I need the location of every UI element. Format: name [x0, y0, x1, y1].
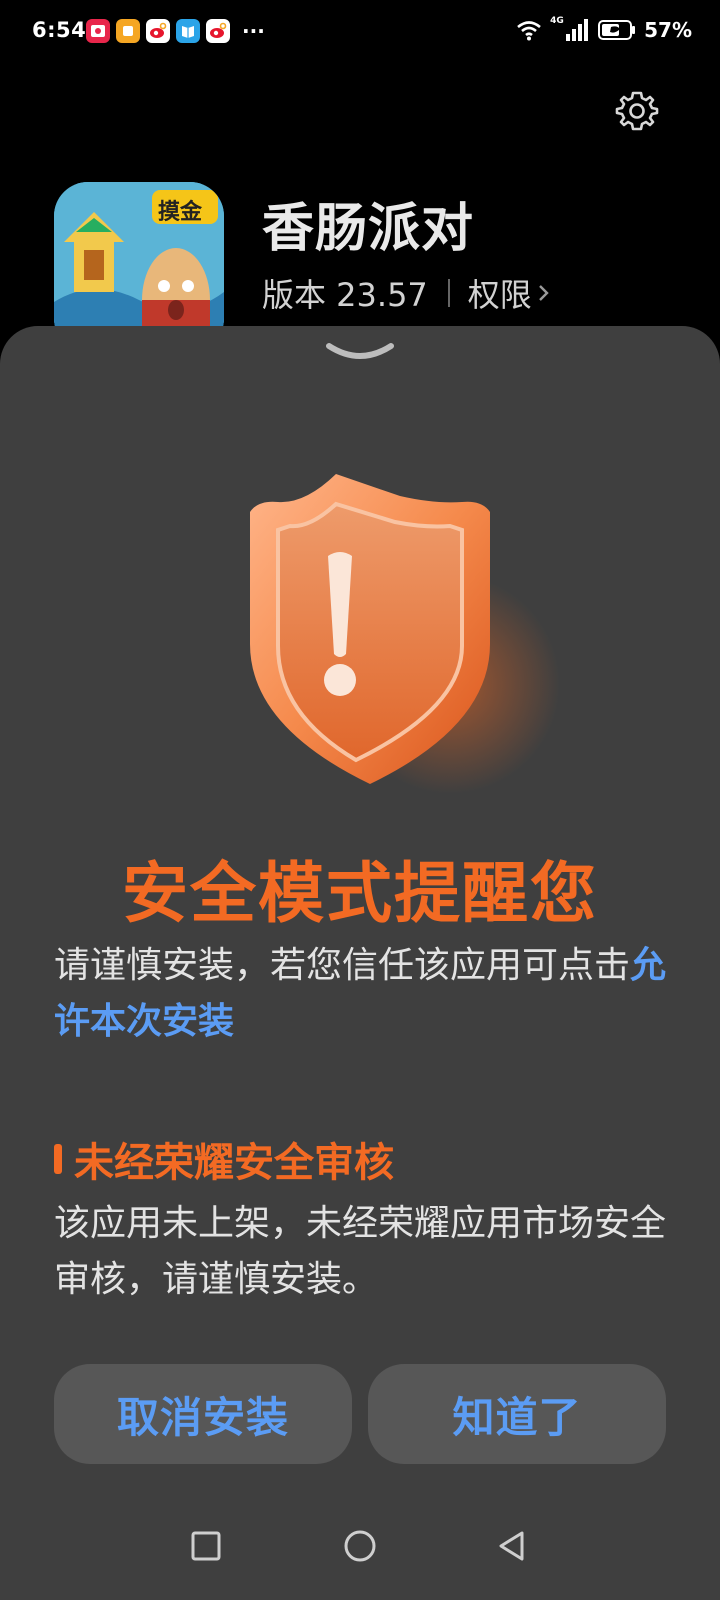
weibo-icon [206, 19, 230, 43]
cancel-install-button[interactable]: 取消安装 [54, 1364, 352, 1464]
got-it-button[interactable]: 知道了 [368, 1364, 666, 1464]
permissions-label: 权限 [467, 276, 532, 314]
cellular-signal-icon: 4G [550, 16, 590, 42]
warning-heading-text: 未经荣耀安全审核 [74, 1140, 394, 1186]
settings-button[interactable] [612, 86, 662, 136]
gear-icon [615, 91, 659, 131]
triangle-back-icon [499, 1531, 524, 1561]
shopping-app-icon [86, 19, 110, 43]
divider [447, 279, 450, 307]
dialog-description-text: 请谨慎安装，若您信任该应用可点击 [54, 945, 631, 986]
status-indicators: 4G 57% [516, 16, 692, 42]
circle-icon [344, 1530, 376, 1562]
navigation-bar [0, 1500, 720, 1600]
collapse-handle-icon[interactable] [325, 340, 395, 366]
warning-description: 该应用未上架，未经荣耀应用市场安全审核，请谨慎安装。 [54, 1203, 667, 1300]
weibo-icon [146, 19, 170, 43]
dialog-description: 请谨慎安装，若您信任该应用可点击允许本次安装 [54, 938, 672, 1050]
app-name: 香肠派对 [262, 199, 475, 259]
app-icon-badge: 摸金 [158, 200, 203, 225]
warning-shield-icon [250, 474, 560, 794]
permissions-link[interactable]: 权限 [468, 270, 552, 316]
more-notifications-icon: ··· [242, 19, 265, 43]
cup-app-icon [116, 19, 140, 43]
security-dialog-sheet: 安全模式提醒您 请谨慎安装，若您信任该应用可点击允许本次安装 未经荣耀安全审核 … [0, 326, 720, 1600]
dialog-title: 安全模式提醒您 [122, 855, 598, 932]
status-bar: 6:54 ··· 4G 57% [0, 0, 720, 66]
chevron-right-icon [538, 285, 549, 301]
warning-heading: 未经荣耀安全审核 [54, 1130, 394, 1188]
warning-accent-bar [54, 1144, 62, 1174]
recents-button[interactable] [186, 1526, 226, 1566]
status-time: 6:54 [32, 18, 87, 42]
book-app-icon [176, 19, 200, 43]
battery-percentage: 57% [644, 18, 692, 42]
home-button[interactable] [340, 1526, 380, 1566]
app-meta: 版本 23.57 权限 [262, 270, 552, 316]
battery-icon [598, 20, 636, 40]
app-version: 版本 23.57 [262, 276, 428, 314]
square-icon [191, 1531, 221, 1561]
wifi-icon [517, 21, 541, 41]
back-button[interactable] [492, 1526, 532, 1566]
notification-icons: ··· [86, 19, 265, 43]
